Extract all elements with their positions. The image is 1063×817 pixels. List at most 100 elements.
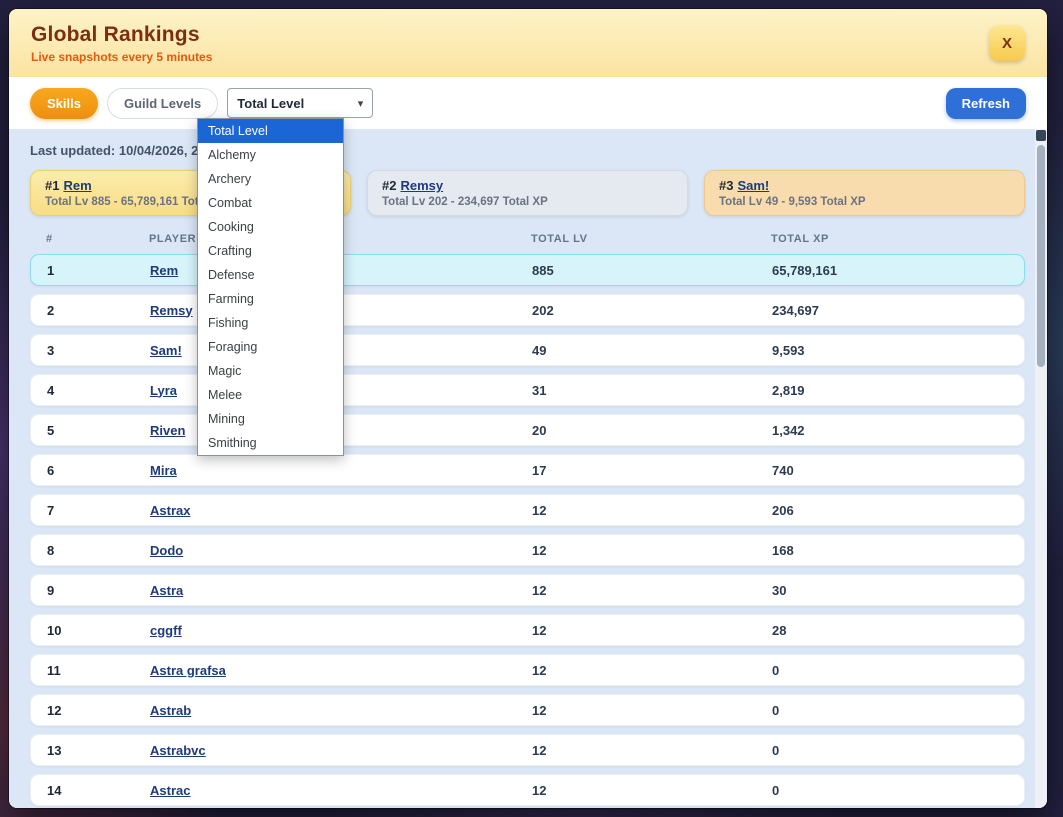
skill-option[interactable]: Fishing — [198, 311, 343, 335]
table-row: 12 Astrab 12 0 — [30, 694, 1025, 726]
row-total-lv: 12 — [532, 663, 772, 678]
player-link[interactable]: Astrax — [150, 503, 190, 518]
player-link[interactable]: Riven — [150, 423, 185, 438]
row-total-xp: 2,819 — [772, 383, 1008, 398]
global-rankings-modal: Global Rankings Live snapshots every 5 m… — [9, 9, 1047, 808]
skill-option[interactable]: Total Level — [198, 119, 343, 143]
player-link[interactable]: Sam! — [150, 343, 182, 358]
skill-option[interactable]: Crafting — [198, 239, 343, 263]
podium-card: #2 Remsy Total Lv 202 - 234,697 Total XP — [367, 170, 688, 216]
player-link[interactable]: Lyra — [150, 383, 177, 398]
table-row: 10 cggff 12 28 — [30, 614, 1025, 646]
table-row: 13 Astrabvc 12 0 — [30, 734, 1025, 766]
row-total-lv: 12 — [532, 583, 772, 598]
player-link[interactable]: Astrac — [150, 783, 190, 798]
player-link[interactable]: Dodo — [150, 543, 183, 558]
skill-option[interactable]: Melee — [198, 383, 343, 407]
row-total-lv: 885 — [532, 263, 772, 278]
table-row: 1 Rem 885 65,789,161 — [30, 254, 1025, 286]
skill-select[interactable]: Total Level ▾ — [227, 88, 373, 118]
player-link[interactable]: Astra grafsa — [150, 663, 226, 678]
scrollbar-track — [1035, 129, 1047, 808]
toolbar: Skills Guild Levels Total Level ▾ Refres… — [9, 77, 1047, 129]
row-total-xp: 9,593 — [772, 343, 1008, 358]
table-row: 4 Lyra 31 2,819 — [30, 374, 1025, 406]
row-total-xp: 28 — [772, 623, 1008, 638]
row-rank: 12 — [47, 703, 150, 718]
player-link[interactable]: Remsy — [150, 303, 193, 318]
player-link[interactable]: cggff — [150, 623, 182, 638]
row-rank: 7 — [47, 503, 150, 518]
skill-option[interactable]: Foraging — [198, 335, 343, 359]
podium-detail: Total Lv 202 - 234,697 Total XP — [382, 196, 673, 208]
refresh-button[interactable]: Refresh — [946, 88, 1026, 119]
row-rank: 4 — [47, 383, 150, 398]
row-rank: 8 — [47, 543, 150, 558]
skill-option[interactable]: Archery — [198, 167, 343, 191]
skill-dropdown-list: Total LevelAlchemyArcheryCombatCookingCr… — [197, 118, 344, 456]
podium-player-link[interactable]: Rem — [63, 178, 91, 193]
page-title: Global Rankings — [31, 23, 212, 47]
row-total-xp: 0 — [772, 703, 1008, 718]
rankings-content: Last updated: 10/04/2026, 20:20 #1Rem To… — [9, 129, 1035, 808]
row-total-xp: 0 — [772, 663, 1008, 678]
row-total-lv: 12 — [532, 743, 772, 758]
podium-row: #1Rem Total Lv 885 - 65,789,161 Total XP… — [30, 170, 1025, 216]
table-row: 3 Sam! 49 9,593 — [30, 334, 1025, 366]
scrollbar-thumb[interactable] — [1037, 145, 1045, 367]
row-total-xp: 740 — [772, 463, 1008, 478]
tab-guild-levels[interactable]: Guild Levels — [107, 88, 218, 119]
scrollbar-up-button[interactable] — [1036, 130, 1046, 141]
skill-option[interactable]: Cooking — [198, 215, 343, 239]
table-body: 1 Rem 885 65,789,161 2 Remsy 202 234,697… — [30, 254, 1025, 806]
row-total-lv: 12 — [532, 503, 772, 518]
player-link[interactable]: Astrab — [150, 703, 191, 718]
skill-option[interactable]: Combat — [198, 191, 343, 215]
header-total-xp: TOTAL XP — [771, 233, 1009, 245]
row-rank: 2 — [47, 303, 150, 318]
row-rank: 14 — [47, 783, 150, 798]
skill-option[interactable]: Magic — [198, 359, 343, 383]
chevron-down-icon: ▾ — [358, 97, 364, 110]
row-total-lv: 12 — [532, 623, 772, 638]
table-row: 8 Dodo 12 168 — [30, 534, 1025, 566]
player-link[interactable]: Astra — [150, 583, 183, 598]
row-total-lv: 31 — [532, 383, 772, 398]
skill-option[interactable]: Mining — [198, 407, 343, 431]
row-rank: 9 — [47, 583, 150, 598]
row-rank: 10 — [47, 623, 150, 638]
row-total-lv: 12 — [532, 703, 772, 718]
table-row: 5 Riven 20 1,342 — [30, 414, 1025, 446]
skill-select-value: Total Level — [237, 96, 304, 111]
row-total-lv: 12 — [532, 543, 772, 558]
tab-skills[interactable]: Skills — [30, 88, 98, 119]
row-total-lv: 49 — [532, 343, 772, 358]
row-rank: 6 — [47, 463, 150, 478]
row-total-lv: 20 — [532, 423, 772, 438]
skill-option[interactable]: Alchemy — [198, 143, 343, 167]
player-link[interactable]: Astrabvc — [150, 743, 206, 758]
modal-header: Global Rankings Live snapshots every 5 m… — [9, 9, 1047, 77]
podium-title: #2 Remsy — [382, 178, 673, 193]
skill-option[interactable]: Farming — [198, 287, 343, 311]
player-link[interactable]: Rem — [150, 263, 178, 278]
podium-player-link[interactable]: Remsy — [400, 178, 443, 193]
row-total-xp: 65,789,161 — [772, 263, 1008, 278]
row-total-xp: 30 — [772, 583, 1008, 598]
podium-card: #3Sam! Total Lv 49 - 9,593 Total XP — [704, 170, 1025, 216]
table-row: 11 Astra grafsa 12 0 — [30, 654, 1025, 686]
skill-option[interactable]: Smithing — [198, 431, 343, 455]
row-rank: 1 — [47, 263, 150, 278]
podium-rank: #2 — [382, 178, 396, 193]
close-button[interactable]: X — [989, 25, 1025, 61]
row-rank: 11 — [47, 663, 150, 678]
table-row: 14 Astrac 12 0 — [30, 774, 1025, 806]
skill-option[interactable]: Defense — [198, 263, 343, 287]
podium-rank: #1 — [45, 178, 59, 193]
podium-detail: Total Lv 49 - 9,593 Total XP — [719, 196, 1010, 208]
last-updated-text: Last updated: 10/04/2026, 20:20 — [30, 143, 1025, 158]
row-rank: 13 — [47, 743, 150, 758]
player-link[interactable]: Mira — [150, 463, 177, 478]
podium-player-link[interactable]: Sam! — [737, 178, 769, 193]
header-rank: # — [46, 233, 149, 245]
